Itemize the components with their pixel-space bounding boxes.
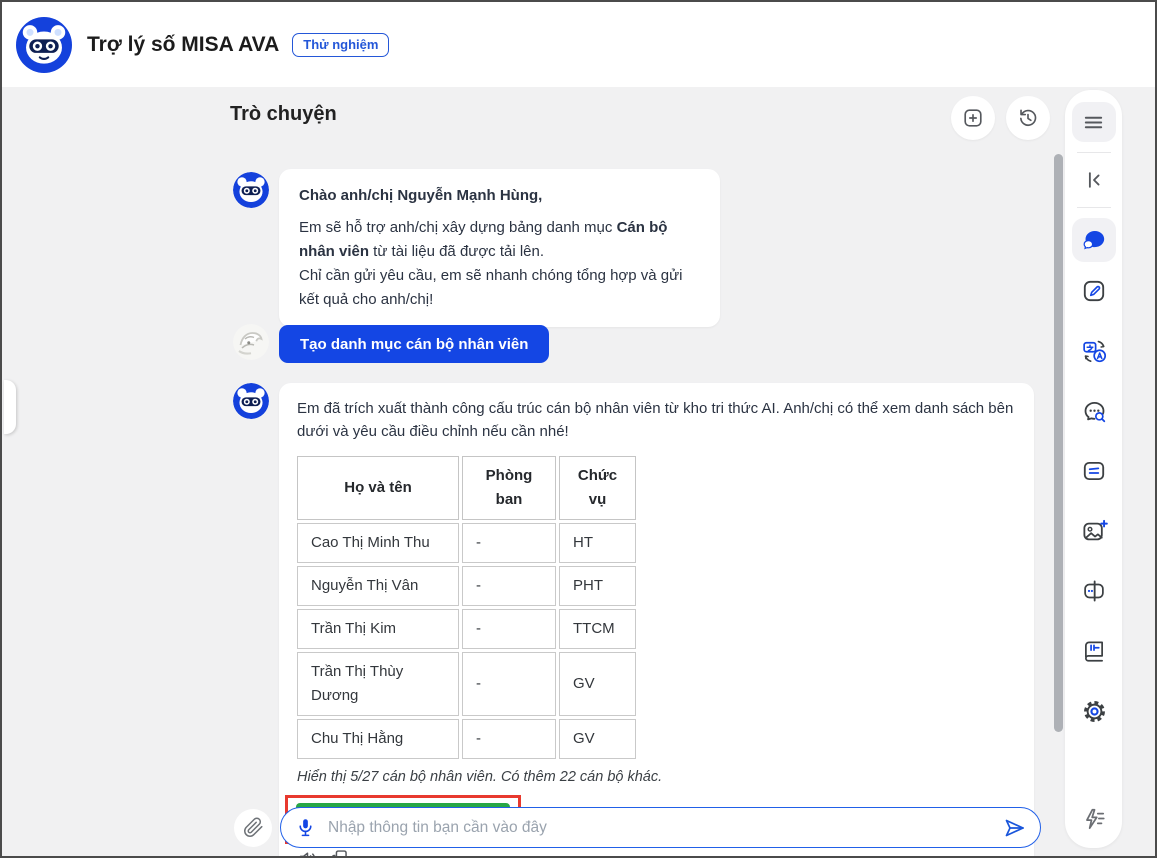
copy-icon[interactable] [329,848,350,858]
cell-position: GV [559,652,636,716]
quick-actions-button[interactable] [1081,806,1107,832]
message-body: Em sẽ hỗ trợ anh/chị xây dựng bảng danh … [299,216,700,312]
message-input-container [280,807,1041,848]
paperclip-icon [243,817,264,838]
sidebar-item-compose[interactable] [1081,278,1107,304]
cell-name: Nguyễn Thị Vân [297,566,459,606]
menu-icon [1082,111,1105,134]
sidebar-divider [1077,152,1111,153]
attach-button[interactable] [234,809,272,847]
cell-position: TTCM [559,609,636,649]
table-footnote: Hiển thị 5/27 cán bộ nhân viên. Có thêm … [297,767,1014,787]
collapse-left-icon [1083,169,1105,191]
page-title: Trò chuyện [230,103,337,126]
sidebar-item-chat-search[interactable] [1081,398,1107,424]
column-header-department: Phòng ban [462,456,556,520]
body-text: từ tài liệu đã được tải lên. [369,243,544,260]
menu-button[interactable] [1072,102,1116,142]
history-button[interactable] [1006,96,1050,140]
cell-name: Chu Thị Hằng [297,719,459,759]
cell-department: - [462,719,556,759]
quick-action-button[interactable]: Tạo danh mục cán bộ nhân viên [279,325,549,363]
column-header-position: Chức vụ [559,456,636,520]
cell-position: HT [559,523,636,563]
column-header-name: Họ và tên [297,456,459,520]
intro-text: Em đã trích xuất thành công cấu trúc cán… [297,397,1014,443]
sidebar-item-translate[interactable] [1081,338,1107,364]
table-row: Chu Thị Hằng - GV [297,719,636,759]
message-actions [297,848,1014,858]
table-row: Cao Thị Minh Thu - HT [297,523,636,563]
cell-position: PHT [559,566,636,606]
misa-ava-logo [16,17,72,73]
compose-icon [1081,278,1107,304]
app-header: Trợ lý số MISA AVA Thử nghiệm [2,2,1155,87]
translate-icon [1081,338,1108,365]
new-chat-icon [962,107,984,129]
app-title: Trợ lý số MISA AVA [87,33,279,57]
image-add-icon [1081,518,1108,545]
sidebar-divider [1077,207,1111,208]
collapse-sidebar-button[interactable] [1077,163,1111,197]
table-header-row: Họ và tên Phòng ban Chức vụ [297,456,636,520]
new-chat-button[interactable] [951,96,995,140]
composer-bar [234,807,1041,848]
table-row: Nguyễn Thị Vân - PHT [297,566,636,606]
cell-position: GV [559,719,636,759]
chat-search-icon [1081,398,1108,425]
cell-name: Cao Thị Minh Thu [297,523,459,563]
cell-name: Trần Thị Kim [297,609,459,649]
sidebar-item-settings[interactable] [1081,698,1107,724]
left-panel-handle[interactable] [4,380,16,434]
read-aloud-icon[interactable] [297,848,318,858]
bot-message-bubble: Chào anh/chị Nguyễn Mạnh Hùng, Em sẽ hỗ … [279,169,720,327]
sidebar-item-split-view[interactable] [1081,578,1107,604]
user-avatar [233,324,269,360]
right-sidebar [1065,90,1122,848]
dictionary-icon [1081,638,1107,664]
cell-department: - [462,652,556,716]
table-row: Trần Thị Kim - TTCM [297,609,636,649]
quick-actions-icon [1081,806,1107,832]
history-icon [1017,107,1039,129]
summary-icon [1081,458,1107,484]
send-icon[interactable] [1002,816,1026,840]
sidebar-item-summary[interactable] [1081,458,1107,484]
bot-message-bubble: Em đã trích xuất thành công cấu trúc cán… [279,383,1034,858]
cell-department: - [462,609,556,649]
user-message-row: Tạo danh mục cán bộ nhân viên [233,324,549,363]
settings-gear-icon [1081,698,1108,725]
sidebar-item-image-add[interactable] [1081,518,1107,544]
bot-avatar [233,383,269,419]
sidebar-item-dictionary[interactable] [1081,638,1107,664]
bot-message-row: Em đã trích xuất thành công cấu trúc cán… [233,383,1034,858]
message-input[interactable] [326,818,1002,838]
body-text: Em sẽ hỗ trợ anh/chị xây dựng bảng danh … [299,219,617,236]
scrollbar-thumb[interactable] [1054,154,1063,732]
app-window: Trợ lý số MISA AVA Thử nghiệm Trò chuyện [0,0,1157,858]
microphone-icon[interactable] [295,817,316,838]
sidebar-item-chat[interactable] [1072,218,1116,262]
cell-department: - [462,523,556,563]
table-row: Trần Thị Thùy Dương - GV [297,652,636,716]
greeting-text: Chào anh/chị Nguyễn Mạnh Hùng, [299,184,700,208]
cell-department: - [462,566,556,606]
bot-message-row: Chào anh/chị Nguyễn Mạnh Hùng, Em sẽ hỗ … [233,172,720,327]
staff-table: Họ và tên Phòng ban Chức vụ Cao Thị Minh… [294,453,639,762]
body-text: Chỉ cần gửi yêu cầu, em sẽ nhanh chóng t… [299,267,683,308]
split-view-icon [1081,578,1107,604]
bot-avatar [233,172,269,208]
cell-name: Trần Thị Thùy Dương [297,652,459,716]
chat-icon [1080,227,1107,254]
beta-badge: Thử nghiệm [292,33,389,57]
